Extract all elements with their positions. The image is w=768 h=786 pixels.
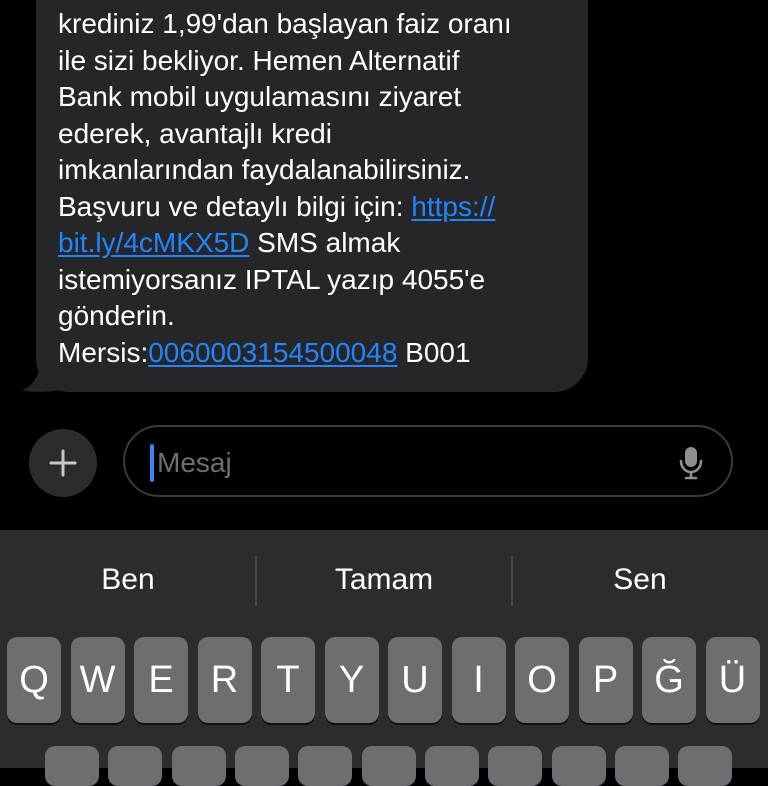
message-text-segment: SMS almak: [249, 227, 401, 258]
key-row-2-key[interactable]: [615, 746, 669, 786]
message-line: gönderin.: [58, 298, 578, 335]
suggestion-separator: [255, 556, 257, 606]
message-line: krediniz 1,99'dan başlayan faiz oranı: [58, 6, 578, 43]
message-line: imkanlarından faydalanabilirsiniz.: [58, 152, 578, 189]
message-text-segment: Başvuru ve detaylı bilgi için:: [58, 190, 412, 222]
key-w[interactable]: W: [70, 637, 125, 723]
key-row-2-key[interactable]: [362, 746, 416, 786]
keyboard: Ben Tamam Sen QWERTYUIOPĞÜ: [0, 530, 768, 786]
text-caret: [150, 444, 154, 482]
key-u[interactable]: U: [388, 637, 442, 723]
key-ü[interactable]: Ü: [705, 637, 760, 723]
key-row-2-key[interactable]: [45, 746, 99, 786]
suggestion-bar: Ben Tamam Sen: [0, 530, 768, 630]
key-o[interactable]: O: [515, 637, 569, 723]
key-y[interactable]: Y: [324, 637, 379, 723]
message-line: istemiyorsanız IPTAL yazıp 4055'e: [58, 262, 578, 299]
key-row-2-key[interactable]: [298, 746, 352, 786]
key-p[interactable]: P: [578, 637, 633, 723]
key-row-2-key[interactable]: [678, 746, 732, 786]
key-row-2-key[interactable]: [552, 746, 606, 786]
message-line: ederek, avantajlı kredi: [58, 116, 578, 153]
microphone-icon[interactable]: [677, 445, 705, 481]
message-link[interactable]: 0060003154500048: [148, 337, 397, 368]
key-row-2-key[interactable]: [488, 746, 542, 786]
suggestion-2[interactable]: Tamam: [284, 560, 484, 600]
message-text-segment: istemiyorsanız IPTAL yazıp 4055'e: [58, 263, 486, 295]
message-text-segment: Mersis:: [58, 336, 149, 368]
message-text-segment: imkanlarından faydalanabilirsiniz.: [58, 154, 471, 185]
message-text: krediniz 1,99'dan başlayan faiz oranı ile…: [58, 6, 578, 371]
key-row-2-key[interactable]: [108, 746, 162, 786]
bubble-tail: [22, 360, 62, 392]
message-input[interactable]: [155, 437, 659, 489]
suggestion-1[interactable]: Ben: [28, 560, 228, 600]
key-t[interactable]: T: [261, 637, 315, 723]
message-text-segment: ederek, avantajlı kredi: [58, 117, 332, 149]
message-text-segment: Bank mobil uygulamasını ziyaret: [58, 81, 462, 112]
plus-icon: [49, 449, 77, 477]
key-r[interactable]: R: [197, 637, 252, 723]
message-text-segment: ile sizi bekliyor. Hemen Alternatif: [58, 44, 460, 76]
message-text-segment: B001: [397, 336, 471, 368]
message-line: Başvuru ve detaylı bilgi için: https://: [58, 189, 578, 226]
add-attachment-button[interactable]: [29, 429, 97, 497]
message-line: Mersis:0060003154500048 B001: [58, 335, 578, 372]
key-row-2-key[interactable]: [235, 746, 289, 786]
message-link[interactable]: https://: [411, 191, 495, 222]
message-line: Bank mobil uygulamasını ziyaret: [58, 79, 578, 116]
message-text-segment: krediniz 1,99'dan başlayan faiz oranı: [58, 8, 512, 39]
key-e[interactable]: E: [134, 637, 188, 723]
message-input-container[interactable]: [123, 425, 733, 497]
key-i[interactable]: I: [451, 637, 506, 723]
message-line: ile sizi bekliyor. Hemen Alternatif: [58, 43, 578, 80]
message-link[interactable]: bit.ly/4cMKX5D: [58, 227, 249, 258]
key-row-2-key[interactable]: [172, 746, 226, 786]
key-row-2-key[interactable]: [425, 746, 479, 786]
key-q[interactable]: Q: [7, 637, 61, 723]
key-ğ[interactable]: Ğ: [642, 637, 696, 723]
suggestion-3[interactable]: Sen: [540, 560, 740, 600]
message-line: bit.ly/4cMKX5D SMS almak: [58, 225, 578, 262]
suggestion-separator: [511, 556, 513, 606]
message-text-segment: gönderin.: [58, 300, 175, 331]
